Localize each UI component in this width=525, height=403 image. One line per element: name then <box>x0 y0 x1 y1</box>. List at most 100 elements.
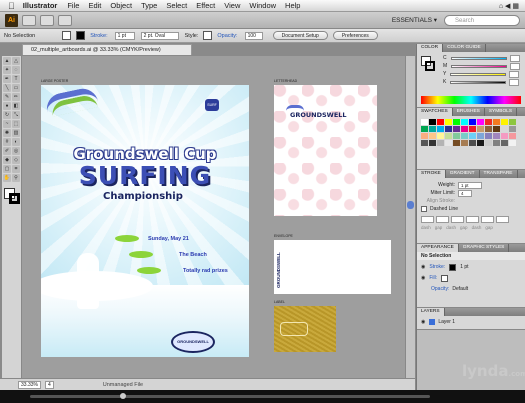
menu-window[interactable]: Window <box>249 1 276 10</box>
color-spectrum-bar[interactable] <box>421 96 521 104</box>
color-swatch[interactable] <box>429 133 436 139</box>
color-swatch[interactable] <box>461 133 468 139</box>
color-swatch[interactable] <box>429 119 436 125</box>
color-swatch[interactable] <box>477 126 484 132</box>
color-swatch[interactable] <box>421 126 428 132</box>
fill-swatch[interactable] <box>62 31 72 40</box>
color-swatch[interactable] <box>501 133 508 139</box>
cyan-field[interactable] <box>509 54 520 62</box>
apple-icon[interactable]:  <box>8 1 15 11</box>
style-swatch[interactable] <box>203 31 213 40</box>
dash-field-2[interactable] <box>451 215 464 223</box>
eyedropper-tool-icon[interactable]: ✐ <box>3 147 11 155</box>
eye-icon[interactable]: ◉ <box>421 275 425 281</box>
color-swatch[interactable] <box>453 119 460 125</box>
color-swatch[interactable] <box>501 140 508 146</box>
color-swatch[interactable] <box>445 133 452 139</box>
app-menu[interactable]: Illustrator <box>23 1 58 10</box>
symbol-sprayer-tool-icon[interactable]: ✺ <box>3 129 11 137</box>
bridge-button[interactable] <box>22 14 36 26</box>
rectangle-tool-icon[interactable]: ▭ <box>12 84 20 92</box>
artboard-canvas[interactable]: LARGE POSTER SURF Groundswell Cup SURFIN… <box>22 56 415 378</box>
warp-tool-icon[interactable]: ~ <box>3 120 11 128</box>
dash-field-1[interactable] <box>421 215 434 223</box>
color-swatch[interactable] <box>501 119 508 125</box>
paintbrush-tool-icon[interactable]: ✎ <box>3 93 11 101</box>
color-swatch[interactable] <box>469 140 476 146</box>
layer-visibility-icon[interactable]: ◉ <box>421 319 425 325</box>
dashed-line-checkbox[interactable] <box>421 206 427 212</box>
appearance-stroke-swatch[interactable] <box>449 263 457 271</box>
color-swatch[interactable] <box>445 140 452 146</box>
color-swatch[interactable] <box>469 133 476 139</box>
color-swatch[interactable] <box>437 119 444 125</box>
mesh-tool-icon[interactable]: # <box>3 138 11 146</box>
zoom-tool-icon[interactable]: ⚲ <box>12 174 20 182</box>
menu-edit[interactable]: Edit <box>88 1 101 10</box>
gap-field-3[interactable] <box>496 215 509 223</box>
blend-tool-icon[interactable]: ◎ <box>12 147 20 155</box>
tab-graphic-styles[interactable]: GRAPHIC STYLES <box>459 244 510 252</box>
line-tool-icon[interactable]: ╲ <box>3 84 11 92</box>
color-swatch[interactable] <box>509 133 516 139</box>
color-swatch[interactable] <box>485 126 492 132</box>
color-swatch[interactable] <box>461 140 468 146</box>
appearance-fill-label[interactable]: Fill: <box>429 275 437 281</box>
color-swatch[interactable] <box>437 126 444 132</box>
stroke-swatch[interactable] <box>76 31 86 40</box>
direct-selection-tool-icon[interactable]: △ <box>12 57 20 65</box>
color-stroke-box[interactable] <box>425 61 435 71</box>
letterhead-artboard[interactable]: GROUNDSWELL <box>274 85 377 216</box>
color-swatch[interactable] <box>421 140 428 146</box>
appearance-opacity-row[interactable]: Opacity: Default <box>417 285 525 293</box>
appearance-fill-swatch[interactable] <box>441 274 449 282</box>
opacity-field[interactable]: 100 <box>244 31 263 40</box>
type-tool-icon[interactable]: T <box>12 75 20 83</box>
playback-knob[interactable] <box>120 393 126 399</box>
color-swatch[interactable] <box>429 126 436 132</box>
live-paint-select-icon[interactable]: ◇ <box>12 156 20 164</box>
label-artboard[interactable] <box>274 306 336 352</box>
menu-help[interactable]: Help <box>285 1 300 10</box>
document-setup-button[interactable]: Document Setup <box>272 31 328 40</box>
color-swatch[interactable] <box>421 119 428 125</box>
artboard-number-field[interactable]: 4 <box>44 380 54 389</box>
color-swatch[interactable] <box>485 140 492 146</box>
pencil-tool-icon[interactable]: ✏ <box>12 93 20 101</box>
color-swatch[interactable] <box>429 140 436 146</box>
hand-tool-icon[interactable]: ✋ <box>3 174 11 182</box>
black-field[interactable] <box>509 78 520 86</box>
appearance-fill-row[interactable]: ◉ Fill: <box>417 274 525 282</box>
stroke-swatch-control[interactable] <box>76 31 86 40</box>
lasso-tool-icon[interactable]: ◌ <box>12 66 20 74</box>
menu-select[interactable]: Select <box>166 1 187 10</box>
tab-symbols[interactable]: SYMBOLS <box>485 108 518 116</box>
color-swatch[interactable] <box>469 119 476 125</box>
color-swatch[interactable] <box>445 119 452 125</box>
color-swatch[interactable] <box>509 140 516 146</box>
tab-color[interactable]: COLOR <box>417 44 444 52</box>
gap-field-2[interactable] <box>466 215 479 223</box>
search-input[interactable]: Search <box>444 15 520 26</box>
stroke-color-box[interactable] <box>9 193 20 204</box>
playback-track[interactable] <box>30 395 430 398</box>
tab-stroke[interactable]: STROKE <box>417 170 446 178</box>
artboard-tool-icon[interactable]: ▢ <box>3 165 11 173</box>
color-swatch[interactable] <box>493 133 500 139</box>
color-swatch[interactable] <box>493 126 500 132</box>
gradient-tool-icon[interactable]: ◐ <box>12 138 20 146</box>
color-swatch[interactable] <box>469 126 476 132</box>
appearance-stroke-label[interactable]: Stroke: <box>429 264 445 270</box>
tab-appearance[interactable]: APPEARANCE <box>417 244 459 252</box>
gap-field-1[interactable] <box>436 215 449 223</box>
large-poster-artboard[interactable]: SURF Groundswell Cup SURFING Championshi… <box>41 85 249 357</box>
color-swatch[interactable] <box>509 126 516 132</box>
rotate-tool-icon[interactable]: ↻ <box>3 111 11 119</box>
tab-brushes[interactable]: BRUSHES <box>453 108 485 116</box>
tab-color-guide[interactable]: COLOR GUIDE <box>443 44 486 52</box>
color-swatch[interactable] <box>453 140 460 146</box>
scroll-thumb[interactable] <box>407 201 414 209</box>
cyan-slider[interactable] <box>450 56 507 60</box>
menu-effect[interactable]: Effect <box>196 1 215 10</box>
vertical-scrollbar[interactable] <box>405 56 415 378</box>
